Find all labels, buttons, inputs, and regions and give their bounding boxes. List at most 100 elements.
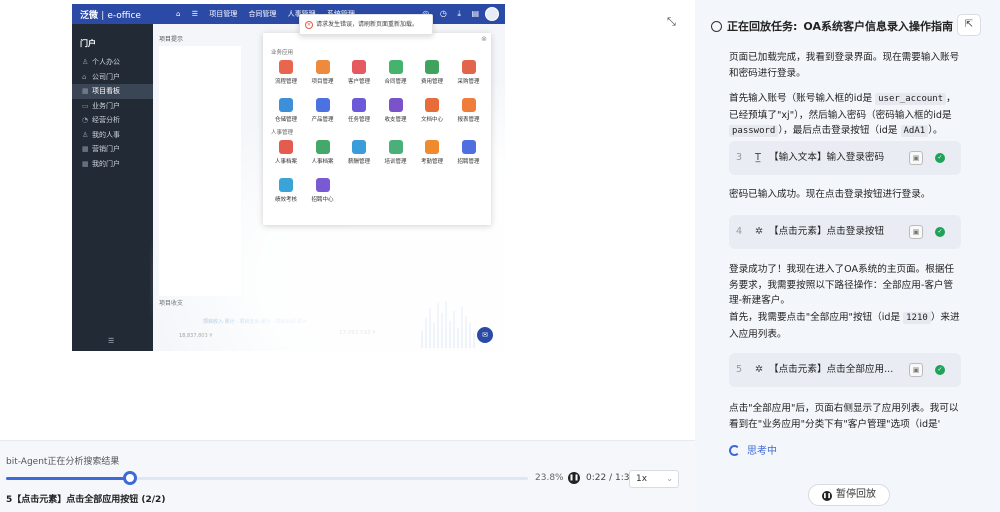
task-panel: ⤡ 正在回放任务: OA系统客户信息录入操作指南 ⇱ 页面已加载完成，我看到登录界… <box>667 0 1000 512</box>
oa-app-tile[interactable]: 客户管理 <box>342 60 376 85</box>
close-icon[interactable]: ⊗ <box>481 35 487 43</box>
oa-app-tile[interactable]: 招聘管理 <box>452 140 486 165</box>
replay-clock-icon <box>711 21 722 32</box>
chart-icon: ◔ <box>82 116 89 124</box>
oa-sidebar-item[interactable]: ⌂ 公司门户 <box>72 70 153 85</box>
oa-app-tile[interactable]: 任务管理 <box>342 98 376 123</box>
app-icon <box>352 98 366 112</box>
oa-sidebar-item[interactable]: ♙ 个人办公 <box>72 55 153 70</box>
app-icon <box>425 60 439 74</box>
app-icon <box>315 60 330 74</box>
app-icon <box>461 140 476 154</box>
progress-track[interactable] <box>6 477 528 480</box>
oa-app-tile[interactable]: 薪酬管理 <box>342 140 376 165</box>
oa-menu-icon[interactable]: ☰ <box>192 10 198 18</box>
mini-chart-bar <box>457 328 459 348</box>
progress-percent: 23.8% <box>535 473 564 483</box>
screenshot-icon[interactable]: ▣ <box>909 363 923 377</box>
oa-nav-item[interactable]: 项目管理 <box>209 10 237 18</box>
collapse-icon[interactable]: ⤡ <box>667 15 676 29</box>
app-label: 文档中心 <box>420 117 443 123</box>
oa-app-tile[interactable]: 文档中心 <box>415 98 449 123</box>
oa-sidebar-menu-icon[interactable]: ☰ <box>108 337 114 345</box>
oa-print-icon[interactable]: ▤ <box>471 9 479 18</box>
oa-app-tile[interactable]: 费用管理 <box>415 60 449 85</box>
oa-mini-chart <box>421 294 479 348</box>
app-label: 产品管理 <box>311 117 334 123</box>
oa-app-tile[interactable]: 招聘中心 <box>306 178 340 203</box>
app-icon <box>352 140 366 154</box>
oa-app-tile[interactable]: 收支管理 <box>379 98 413 123</box>
text-input-icon: T̲ <box>755 152 761 163</box>
oa-app-tile[interactable]: 绩效考核 <box>269 178 303 203</box>
app-icon <box>279 60 293 74</box>
app-icon <box>388 140 403 154</box>
oa-app-tile[interactable]: 流程管理 <box>269 60 303 85</box>
oa-clock-icon[interactable]: ◷ <box>440 9 447 18</box>
oa-sidebar-item[interactable]: ▦ 营销门户 <box>72 142 153 157</box>
oa-logo-sub: e-office <box>107 11 141 21</box>
mini-chart-bar <box>469 323 471 348</box>
oa-app-tile[interactable]: 产品管理 <box>306 98 340 123</box>
app-label: 仓储管理 <box>274 117 297 123</box>
log-paragraph: 首先，我需要点击"全部应用"按钮（id是 1210 ）来进入应用列表。 <box>729 310 961 342</box>
oa-app-tile[interactable]: 仓储管理 <box>269 98 303 123</box>
oa-app-tile[interactable]: 合同管理 <box>379 60 413 85</box>
oa-avatar[interactable] <box>485 7 499 21</box>
app-label: 收支管理 <box>384 117 407 123</box>
grid-icon: ▦ <box>82 159 89 168</box>
app-label: 考勤管理 <box>420 159 443 165</box>
oa-app-tile[interactable]: 报表管理 <box>452 98 486 123</box>
oa-app-tile[interactable]: 人事档案 <box>306 140 340 165</box>
pause-icon[interactable]: ❚❚ <box>568 472 580 484</box>
oa-sidebar-item[interactable]: ▦ 我的门户 <box>72 157 153 172</box>
oa-sidebar-item[interactable]: ▭ 业务门户 <box>72 99 153 114</box>
thinking-text: 思考中 <box>747 446 777 457</box>
oa-sidebar-item-active[interactable]: ▦ 项目看板 <box>72 84 153 99</box>
doc-icon: ▭ <box>82 101 89 110</box>
oa-app-tile[interactable]: 采购管理 <box>452 60 486 85</box>
step-number: 3 <box>736 152 743 163</box>
oa-app-tile[interactable]: 培训管理 <box>379 140 413 165</box>
click-icon: ✲ <box>755 226 764 237</box>
oa-app-tile[interactable]: 项目管理 <box>306 60 340 85</box>
pause-label: 暂停回放 <box>836 489 876 500</box>
step-card[interactable]: 3 T̲ 【输入文本】输入登录密码 ▣ ✓ <box>729 141 961 175</box>
screenshot-icon[interactable]: ▣ <box>909 225 923 239</box>
oa-download-icon[interactable]: ⤓ <box>457 9 461 18</box>
oa-home-icon[interactable]: ⌂ <box>176 10 180 18</box>
share-icon[interactable]: ⇱ <box>957 14 981 36</box>
app-icon <box>279 140 293 154</box>
step-card[interactable]: 5 ✲ 【点击元素】点击全部应用... ▣ ✓ <box>729 353 961 387</box>
board-icon: ▦ <box>82 87 89 95</box>
pause-replay-button[interactable]: ❚❚ 暂停回放 <box>808 484 890 506</box>
progress-handle[interactable] <box>123 471 138 485</box>
app-icon <box>461 98 476 112</box>
mini-chart-bar <box>421 330 423 348</box>
app-label: 报表管理 <box>457 117 480 123</box>
oa-sidebar-title: 门户 <box>80 39 96 48</box>
step-number: 4 <box>736 226 743 237</box>
app-icon <box>315 140 330 154</box>
chat-icon[interactable]: ✉ <box>477 327 493 343</box>
oa-section-title: 项目提示 <box>159 36 184 43</box>
oa-sidebar-item[interactable]: ◔ 经营分析 <box>72 113 153 128</box>
oa-nav-item[interactable]: 合同管理 <box>248 10 276 18</box>
screenshot-icon[interactable]: ▣ <box>909 151 923 165</box>
app-label: 人事档案 <box>274 159 297 165</box>
pause-icon: ❚❚ <box>822 491 832 501</box>
app-label: 客户管理 <box>347 79 370 85</box>
step-number: 5 <box>736 364 743 375</box>
step-text: 【点击元素】点击登录按钮 <box>769 226 885 237</box>
step-card[interactable]: 4 ✲ 【点击元素】点击登录按钮 ▣ ✓ <box>729 215 961 249</box>
app-label: 任务管理 <box>347 117 370 123</box>
app-icon <box>279 98 293 112</box>
log-text: ）。 <box>928 125 943 136</box>
progress-fill <box>6 477 131 480</box>
oa-sidebar-item[interactable]: ♙ 我的人事 <box>72 128 153 143</box>
spinner-icon <box>729 445 740 456</box>
oa-app-tile[interactable]: 考勤管理 <box>415 140 449 165</box>
speed-select[interactable]: 1x ⌄ <box>629 470 679 488</box>
oa-sidebar: 门户 ♙ 个人办公 ⌂ 公司门户 ▦ 项目看板 ▭ 业务门户 ◔ 经营分析 ♙ 我的人事 ▦… <box>72 24 153 351</box>
oa-app-tile[interactable]: 人事档案 <box>269 140 303 165</box>
